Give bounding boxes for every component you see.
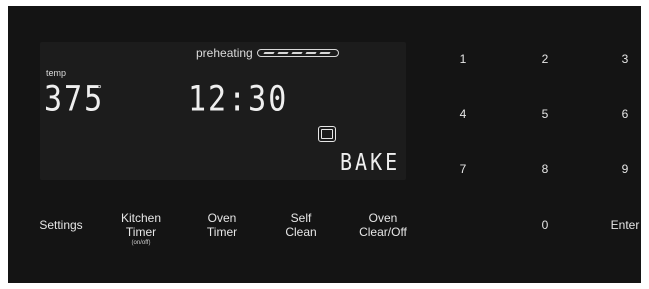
progress-segment xyxy=(291,51,303,54)
key-8[interactable]: 8 xyxy=(535,162,555,176)
self-clean-button[interactable]: Self Clean xyxy=(266,211,336,239)
preheat-progress-bar xyxy=(257,49,339,57)
key-4[interactable]: 4 xyxy=(453,107,473,121)
oven-clear-label-line2: Clear/Off xyxy=(359,225,407,239)
key-9[interactable]: 9 xyxy=(615,162,635,176)
key-2[interactable]: 2 xyxy=(535,52,555,66)
oven-clear-label-line1: Oven xyxy=(368,211,398,225)
oven-timer-label-line1: Oven xyxy=(207,211,237,225)
enter-button[interactable]: Enter xyxy=(608,218,642,232)
progress-segment xyxy=(277,51,289,54)
key-3[interactable]: 3 xyxy=(615,52,635,66)
temperature-readout: 375 xyxy=(44,79,105,120)
oven-clear-off-button[interactable]: Oven Clear/Off xyxy=(348,211,418,239)
key-5[interactable]: 5 xyxy=(535,107,555,121)
oven-timer-label-line2: Timer xyxy=(206,225,238,239)
degree-symbol: ° xyxy=(97,82,102,96)
cooking-mode-readout: BAKE xyxy=(340,148,401,176)
key-1[interactable]: 1 xyxy=(453,52,473,66)
preheating-label: preheating xyxy=(196,46,253,60)
progress-segment xyxy=(263,51,275,54)
settings-button[interactable]: Settings xyxy=(26,218,96,232)
key-7[interactable]: 7 xyxy=(453,162,473,176)
kitchen-timer-label-line2: Timer xyxy=(125,225,157,239)
kitchen-timer-sublabel: (on/off) xyxy=(131,240,151,246)
progress-segment xyxy=(305,51,317,54)
kitchen-timer-label-line1: Kitchen xyxy=(120,211,162,225)
self-clean-label-line2: Clean xyxy=(285,225,317,239)
progress-segment xyxy=(319,51,331,54)
key-6[interactable]: 6 xyxy=(615,107,635,121)
key-0[interactable]: 0 xyxy=(535,218,555,232)
oven-timer-button[interactable]: Oven Timer xyxy=(187,211,257,239)
oven-icon xyxy=(318,126,336,142)
temp-label: temp xyxy=(46,68,67,78)
clock-readout: 12:30 xyxy=(188,79,289,120)
kitchen-timer-button[interactable]: Kitchen Timer (on/off) xyxy=(106,211,176,247)
self-clean-label-line1: Self xyxy=(290,211,312,225)
